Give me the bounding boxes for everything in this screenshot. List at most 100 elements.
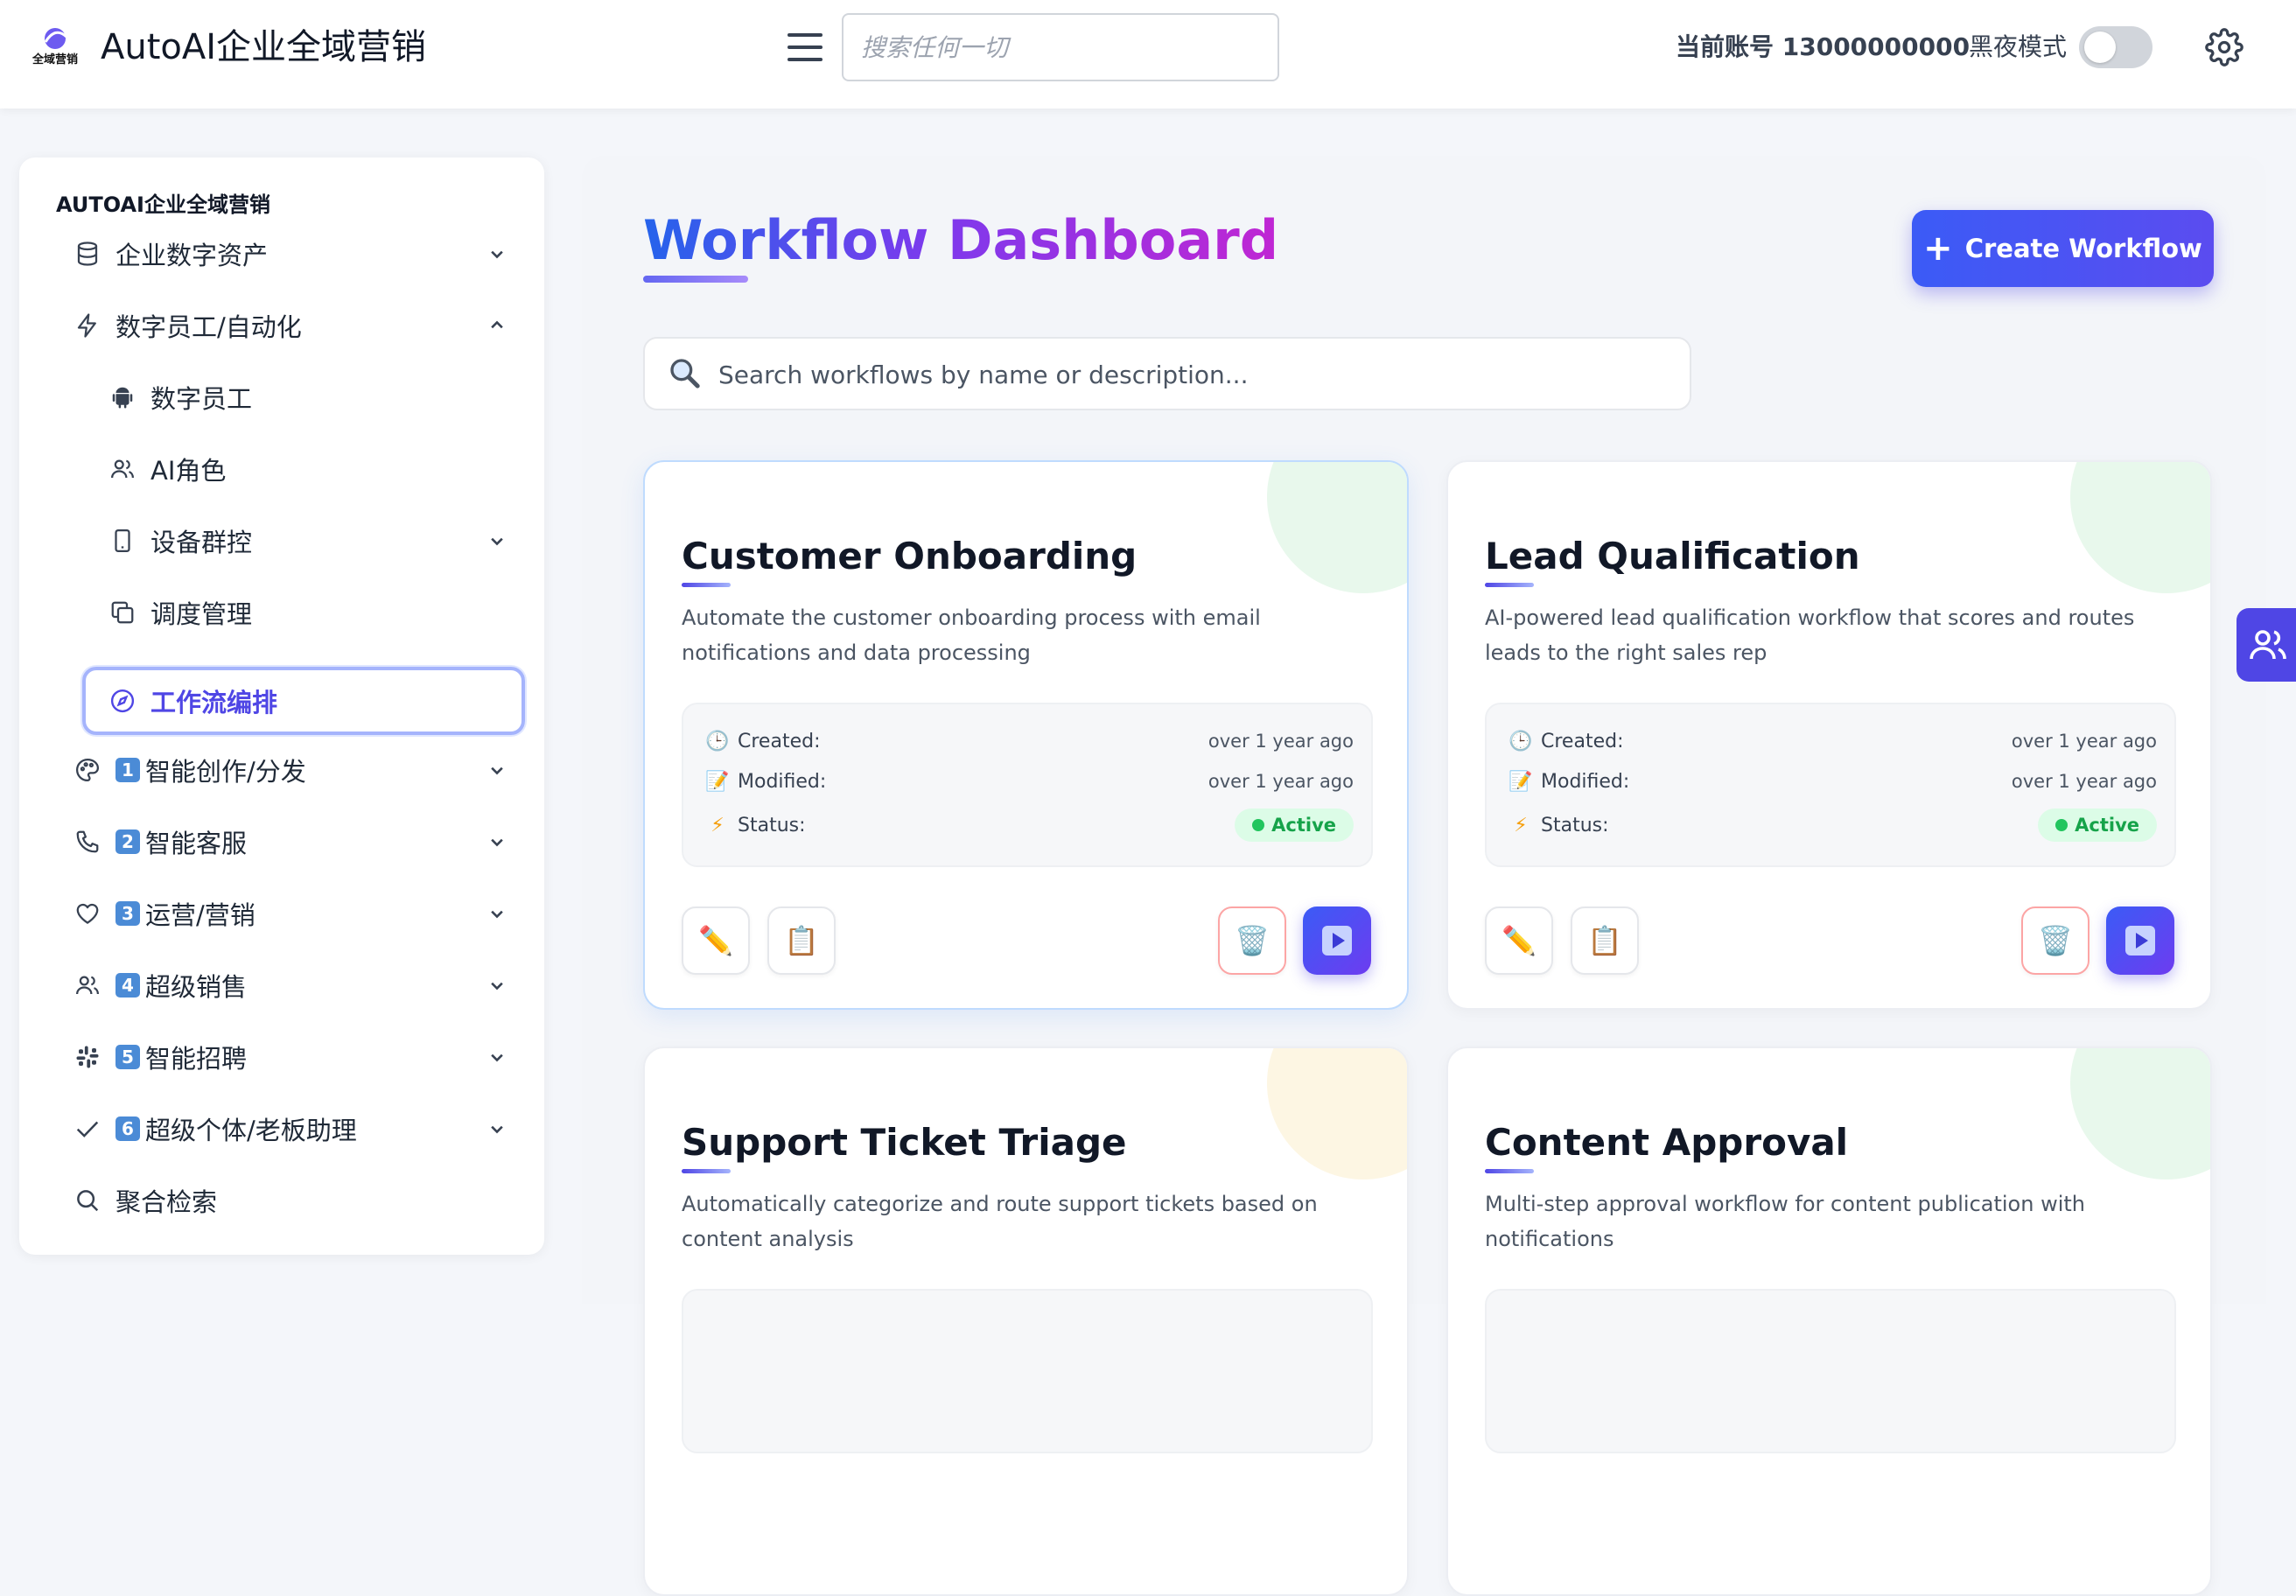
memo-icon: 📝 (1508, 770, 1533, 793)
chevron-down-icon (491, 982, 503, 990)
meta-label: Status: (738, 814, 806, 836)
delete-button[interactable]: 🗑️ (2021, 906, 2090, 975)
sidebar-item-workflow[interactable]: 工作流编排 (82, 667, 525, 735)
workflow-meta: 🕒 Created: over 1 year ago 📝 Modified: o… (1485, 703, 2176, 867)
play-icon (2125, 926, 2155, 956)
dark-mode-toggle[interactable] (2079, 26, 2152, 68)
workflow-search (643, 337, 1691, 410)
meta-modified: 📝 Modified: over 1 year ago (1508, 764, 2157, 799)
memo-icon: 📝 (705, 770, 730, 793)
clipboard-icon: 📋 (1587, 924, 1622, 957)
top-header: 全域营销 AutoAI企业全域营销 当前账号 13000000000 黑夜模式 (0, 0, 2296, 108)
sidebar-item-label: 运营/营销 (145, 900, 256, 930)
sidebar-item-label: 数字员工 (150, 384, 253, 414)
status-badge: Active (1235, 808, 1354, 842)
run-button[interactable] (1303, 906, 1371, 975)
sidebar-item-sales[interactable]: 4 超级销售 (72, 954, 509, 1017)
sidebar-item-label: AI角色 (150, 456, 227, 486)
sidebar-item-label: 企业数字资产 (116, 241, 269, 270)
sidebar: AUTOAI企业全域营销 企业数字资产 数字员工/自动化 数字员工 AI角色 设… (19, 158, 544, 1255)
sidebar-item-automation[interactable]: 数字员工/自动化 (72, 294, 509, 357)
clock-icon: 🕒 (705, 730, 730, 752)
users-icon (2250, 630, 2286, 660)
workflow-description: Automatically categorize and route suppo… (682, 1192, 1318, 1251)
search-icon (670, 359, 700, 388)
chevron-down-icon (491, 910, 503, 919)
sidebar-item-marketing[interactable]: 3 运营/营销 (72, 882, 509, 945)
meta-label: Modified: (738, 770, 827, 793)
sidebar-item-aggregate-search[interactable]: 聚合检索 (72, 1169, 509, 1232)
sidebar-item-device-control[interactable]: 设备群控 (107, 509, 509, 572)
chevron-up-icon (491, 320, 503, 329)
chevron-down-icon (491, 838, 503, 847)
delete-button[interactable]: 🗑️ (1218, 906, 1286, 975)
trash-icon: 🗑️ (2038, 924, 2073, 957)
sidebar-item-label: 智能招聘 (145, 1044, 248, 1074)
meta-created: 🕒 Created: over 1 year ago (1508, 724, 2157, 759)
database-icon (72, 238, 103, 270)
number-badge: 1 (116, 758, 140, 782)
plus-icon: + (1923, 228, 1953, 269)
number-badge: 4 (116, 973, 140, 998)
workflow-card[interactable]: Content Approval Multi-step approval wor… (1446, 1046, 2212, 1596)
run-button[interactable] (2106, 906, 2174, 975)
meta-value: over 1 year ago (1208, 771, 1354, 792)
app-logo[interactable]: 全域营销 (26, 24, 84, 72)
sidebar-item-label: 聚合检索 (116, 1187, 218, 1217)
dark-mode-label: 黑夜模式 (1969, 32, 2068, 61)
duplicate-button[interactable]: 📋 (1571, 906, 1639, 975)
workflow-name: Content Approval (1485, 1121, 1849, 1164)
edit-button[interactable]: ✏️ (1485, 906, 1553, 975)
workflow-meta (682, 1289, 1373, 1453)
edit-button[interactable]: ✏️ (682, 906, 750, 975)
copy-icon (107, 597, 138, 628)
card-accent-blob (1267, 462, 1407, 593)
card-accent-blob (2070, 1048, 2210, 1180)
trash-icon: 🗑️ (1235, 924, 1270, 957)
status-badge: Active (2038, 808, 2157, 842)
page-title: Workflow Dashboard (643, 206, 1278, 276)
sidebar-item-label: 设备群控 (150, 528, 253, 557)
sidebar-item-digital-employee[interactable]: 数字员工 (107, 366, 509, 429)
workflow-card[interactable]: Lead Qualification AI-powered lead quali… (1446, 460, 2212, 1010)
account-label: 当前账号 13000000000 (1676, 32, 1970, 61)
chevron-down-icon (491, 537, 503, 546)
sidebar-item-label: 智能创作/分发 (145, 757, 306, 787)
lightning-icon: ⚡ (1514, 814, 1528, 836)
name-underline (682, 1169, 731, 1173)
pencil-icon: ✏️ (698, 924, 733, 957)
sidebar-item-digital-assets[interactable]: 企业数字资产 (72, 222, 509, 285)
number-badge: 6 (116, 1116, 140, 1141)
workflow-search-input[interactable] (718, 351, 1672, 398)
chevron-down-icon (491, 1125, 503, 1134)
global-search-input[interactable] (842, 13, 1279, 81)
sidebar-item-recruiting[interactable]: 5 智能招聘 (72, 1026, 509, 1088)
sidebar-item-ai-role[interactable]: AI角色 (107, 438, 509, 500)
meta-label: Created: (1541, 730, 1624, 752)
slack-icon (72, 1041, 103, 1073)
workflow-card[interactable]: Customer Onboarding Automate the custome… (643, 460, 1409, 1010)
workflow-description: Automate the customer onboarding process… (682, 606, 1261, 665)
lightning-icon: ⚡ (710, 814, 724, 836)
workflow-description: AI-powered lead qualification workflow t… (1485, 606, 2135, 665)
meta-value: over 1 year ago (2011, 731, 2157, 752)
card-accent-blob (1267, 1048, 1407, 1180)
floating-contacts-button[interactable] (2236, 608, 2296, 682)
sidebar-item-label: 调度管理 (150, 599, 253, 629)
workflow-card[interactable]: Support Ticket Triage Automatically cate… (643, 1046, 1409, 1596)
duplicate-button[interactable]: 📋 (767, 906, 836, 975)
create-workflow-button[interactable]: + Create Workflow (1912, 210, 2214, 287)
sidebar-item-assistant[interactable]: 6 超级个体/老板助理 (72, 1097, 509, 1160)
play-icon (1322, 926, 1352, 956)
number-badge: 5 (116, 1045, 140, 1069)
sidebar-item-label: 工作流编排 (150, 688, 278, 718)
chevron-down-icon (491, 766, 503, 775)
sidebar-item-creation[interactable]: 1 智能创作/分发 (72, 738, 509, 802)
workflow-name: Customer Onboarding (682, 535, 1138, 578)
sidebar-item-customer-service[interactable]: 2 智能客服 (72, 810, 509, 873)
sidebar-item-label: 超级个体/老板助理 (145, 1116, 357, 1145)
number-badge: 3 (116, 901, 140, 926)
gear-icon[interactable] (2205, 28, 2244, 66)
sidebar-item-scheduling[interactable]: 调度管理 (107, 581, 509, 644)
menu-toggle-icon[interactable] (786, 30, 824, 65)
